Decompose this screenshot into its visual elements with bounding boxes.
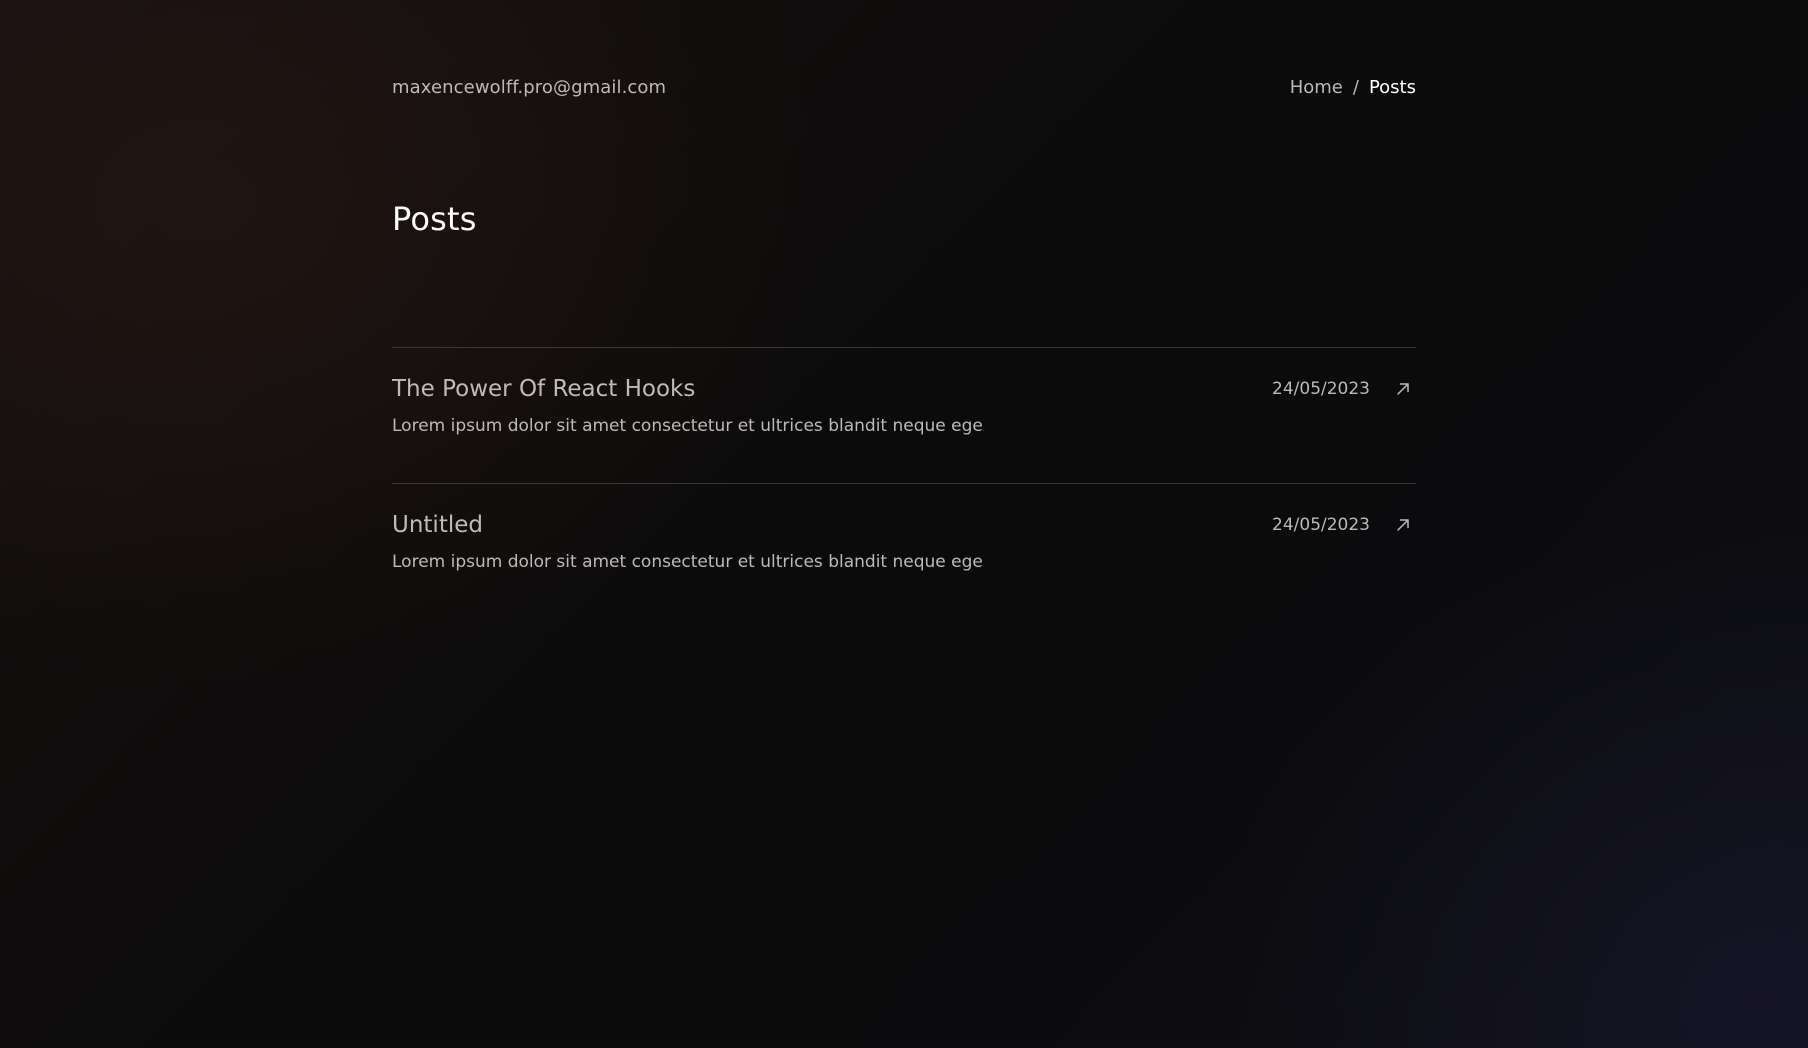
post-header: Untitled 24/05/2023 (392, 510, 1416, 540)
breadcrumb-current: Posts (1368, 76, 1416, 98)
page-title: Posts (392, 200, 477, 238)
breadcrumb-home-link[interactable]: Home (1290, 77, 1343, 98)
arrow-up-right-icon[interactable] (1394, 380, 1412, 398)
post-date: 24/05/2023 (1272, 515, 1370, 535)
post-excerpt: Lorem ipsum dolor sit amet consectetur e… (392, 416, 983, 436)
arrow-up-right-icon[interactable] (1394, 516, 1412, 534)
post-meta: 24/05/2023 (1272, 379, 1416, 399)
post-header: The Power Of React Hooks 24/05/2023 (392, 374, 1416, 404)
email-link[interactable]: maxencewolff.pro@gmail.com (392, 77, 666, 98)
posts-list: The Power Of React Hooks 24/05/2023 Lore… (392, 347, 1416, 619)
breadcrumb: Home / Posts (1290, 77, 1416, 98)
post-title[interactable]: The Power Of React Hooks (392, 376, 695, 402)
post-item[interactable]: Untitled 24/05/2023 Lorem ipsum dolor si… (392, 483, 1416, 619)
post-date: 24/05/2023 (1272, 379, 1370, 399)
post-meta: 24/05/2023 (1272, 515, 1416, 535)
site-header: maxencewolff.pro@gmail.com Home / Posts (392, 70, 1416, 104)
post-title[interactable]: Untitled (392, 512, 483, 538)
breadcrumb-separator: / (1352, 76, 1359, 98)
post-item[interactable]: The Power Of React Hooks 24/05/2023 Lore… (392, 347, 1416, 483)
post-excerpt: Lorem ipsum dolor sit amet consectetur e… (392, 552, 983, 572)
